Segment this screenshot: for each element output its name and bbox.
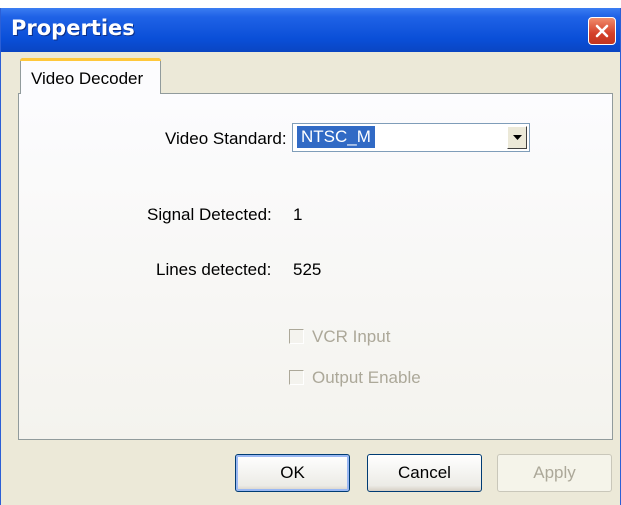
tab-video-decoder[interactable]: Video Decoder (20, 58, 161, 94)
title-bar[interactable]: Properties (1, 8, 620, 52)
video-standard-label: Video Standard: (165, 129, 287, 148)
chevron-down-icon (513, 135, 522, 140)
signal-detected-value: 1 (293, 205, 303, 224)
vcr-input-label: VCR Input (312, 327, 391, 346)
close-button[interactable] (588, 17, 616, 45)
output-enable-label: Output Enable (312, 368, 421, 387)
tab-label: Video Decoder (31, 69, 144, 88)
video-standard-select[interactable]: NTSC_M (292, 123, 530, 152)
vcr-input-checkbox[interactable] (289, 329, 304, 344)
apply-button[interactable]: Apply (497, 454, 612, 492)
output-enable-checkbox[interactable] (289, 370, 304, 385)
dropdown-button[interactable] (507, 126, 527, 149)
lines-detected-label: Lines detected: (156, 260, 272, 279)
signal-detected-label: Signal Detected: (147, 205, 272, 224)
lines-detected-value: 525 (293, 260, 322, 279)
ok-button[interactable]: OK (235, 454, 350, 492)
cancel-button[interactable]: Cancel (367, 454, 482, 492)
window-title: Properties (11, 16, 135, 40)
video-standard-value: NTSC_M (296, 125, 376, 149)
close-icon (595, 24, 609, 38)
